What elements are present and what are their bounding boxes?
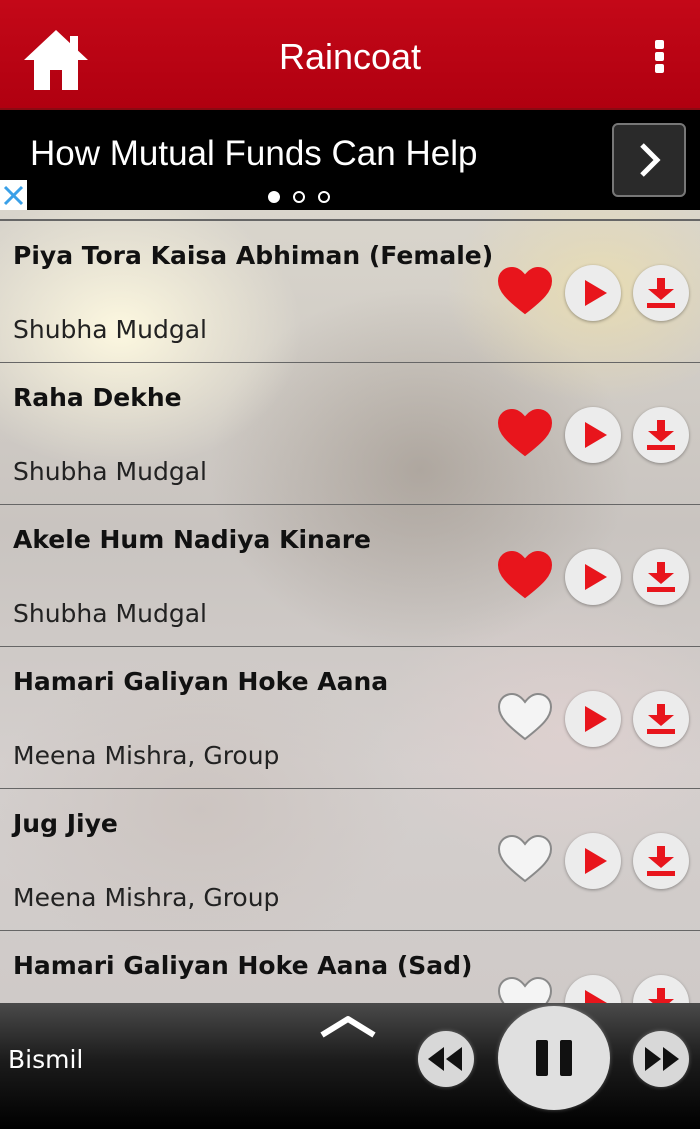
expand-player-button[interactable]: [318, 1011, 378, 1041]
song-row[interactable]: Hamari Galiyan Hoke Aana Meena Mishra, Gr…: [0, 647, 700, 789]
download-button[interactable]: [633, 833, 689, 889]
ad-banner[interactable]: How Mutual Funds Can Help: [0, 110, 700, 210]
heart-icon: [497, 834, 553, 883]
download-icon: [648, 988, 674, 1003]
song-title: Hamari Galiyan Hoke Aana: [13, 667, 389, 696]
menu-dot: [654, 52, 664, 61]
song-artist: Meena Mishra, Group: [13, 741, 280, 770]
play-button[interactable]: [565, 407, 621, 463]
song-row[interactable]: Hamari Galiyan Hoke Aana (Sad): [0, 931, 700, 1003]
pager-dot-active: [268, 191, 280, 203]
download-icon: [647, 278, 675, 308]
fast-forward-icon: [645, 1047, 679, 1071]
download-button[interactable]: [633, 549, 689, 605]
fast-forward-button[interactable]: [633, 1031, 689, 1087]
download-icon: [647, 420, 675, 450]
favorite-button[interactable]: [497, 266, 553, 317]
song-artist: Shubha Mudgal: [13, 457, 207, 486]
song-artist: Meena Mishra, Group: [13, 883, 280, 912]
app-header: Raincoat: [0, 0, 700, 110]
song-list[interactable]: Piya Tora Kaisa Abhiman (Female) Shubha M…: [0, 210, 700, 1003]
download-icon: [647, 704, 675, 734]
rewind-button[interactable]: [418, 1031, 474, 1087]
song-artist: Shubha Mudgal: [13, 315, 207, 344]
pager-dot: [293, 191, 305, 203]
now-playing-title: Bismil: [8, 1045, 84, 1074]
play-button[interactable]: [565, 975, 621, 1003]
heart-icon: [497, 266, 553, 315]
menu-dot: [654, 40, 664, 49]
favorite-button[interactable]: [497, 408, 553, 459]
song-row[interactable]: Akele Hum Nadiya Kinare Shubha Mudgal: [0, 505, 700, 647]
ad-close-button[interactable]: [0, 180, 27, 210]
download-button[interactable]: [633, 975, 689, 1003]
song-title: Jug Jiye: [13, 809, 118, 838]
play-icon: [585, 564, 607, 590]
play-icon: [585, 422, 607, 448]
heart-icon: [497, 692, 553, 741]
song-title: Raha Dekhe: [13, 383, 182, 412]
chevron-right-icon: [640, 143, 661, 177]
heart-icon: [497, 408, 553, 457]
heart-icon: [497, 550, 553, 599]
ad-headline[interactable]: How Mutual Funds Can Help: [30, 134, 477, 174]
rewind-icon: [428, 1047, 462, 1071]
download-button[interactable]: [633, 407, 689, 463]
favorite-button[interactable]: [497, 550, 553, 601]
ad-pager: [268, 188, 343, 203]
play-icon: [585, 990, 607, 1003]
page-title: Raincoat: [278, 36, 422, 77]
play-button[interactable]: [565, 549, 621, 605]
ad-next-button[interactable]: [612, 123, 686, 197]
download-button[interactable]: [633, 691, 689, 747]
pause-button[interactable]: [498, 1006, 610, 1110]
song-row[interactable]: Jug Jiye Meena Mishra, Group: [0, 789, 700, 931]
close-icon: [3, 185, 24, 206]
menu-dot: [654, 64, 664, 73]
pager-dot: [318, 191, 330, 203]
song-title: Hamari Galiyan Hoke Aana (Sad): [13, 951, 473, 980]
favorite-button[interactable]: [497, 834, 553, 885]
play-icon: [585, 280, 607, 306]
chevron-up-icon: [320, 1016, 376, 1038]
song-row[interactable]: Piya Tora Kaisa Abhiman (Female) Shubha M…: [0, 221, 700, 363]
song-title: Piya Tora Kaisa Abhiman (Female): [13, 241, 494, 270]
song-artist: Shubha Mudgal: [13, 599, 207, 628]
mini-player: Bismil: [0, 1003, 700, 1129]
song-row[interactable]: Raha Dekhe Shubha Mudgal: [0, 363, 700, 505]
play-button[interactable]: [565, 265, 621, 321]
play-icon: [585, 706, 607, 732]
heart-icon: [497, 976, 553, 1003]
play-button[interactable]: [565, 691, 621, 747]
download-icon: [647, 562, 675, 592]
pause-icon: [536, 1040, 572, 1076]
download-button[interactable]: [633, 265, 689, 321]
download-icon: [647, 846, 675, 876]
play-icon: [585, 848, 607, 874]
song-title: Akele Hum Nadiya Kinare: [13, 525, 371, 554]
overflow-menu-button[interactable]: [652, 40, 666, 74]
favorite-button[interactable]: [497, 692, 553, 743]
play-button[interactable]: [565, 833, 621, 889]
favorite-button[interactable]: [497, 976, 553, 1003]
